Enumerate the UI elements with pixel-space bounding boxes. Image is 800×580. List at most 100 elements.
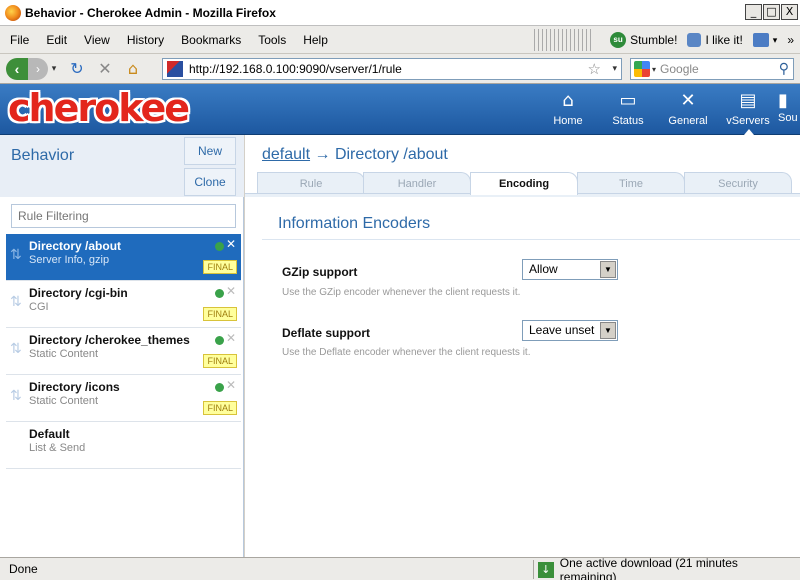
stumble-label: Stumble! <box>630 33 678 47</box>
breadcrumb-vserver-link[interactable]: default <box>262 146 310 163</box>
like-button[interactable]: I like it! <box>687 33 743 47</box>
gzip-help: Use the GZip encoder whenever the client… <box>282 287 521 298</box>
tools-icon: ✕ <box>680 90 696 111</box>
window-title: Behavior - Cherokee Admin - Mozilla Fire… <box>25 5 276 20</box>
final-badge[interactable]: FINAL <box>203 401 237 415</box>
tab-handler[interactable]: Handler <box>363 172 471 194</box>
forward-button[interactable]: › <box>28 57 48 80</box>
like-label: I like it! <box>705 33 743 47</box>
toolbar-grip[interactable] <box>534 29 595 51</box>
status-dot-icon[interactable] <box>215 289 224 298</box>
delete-icon[interactable]: ✕ <box>226 237 236 251</box>
search-input[interactable]: Google <box>660 62 699 76</box>
final-badge[interactable]: FINAL <box>203 260 237 274</box>
servers-icon: ▤ <box>739 90 757 111</box>
home-icon: ⌂ <box>562 90 574 111</box>
delete-icon[interactable]: ✕ <box>226 331 236 345</box>
final-badge[interactable]: FINAL <box>203 354 237 368</box>
google-icon[interactable] <box>634 61 650 77</box>
rule-filter-field[interactable] <box>11 204 236 228</box>
nav-general[interactable]: ✕ General <box>658 84 718 135</box>
dislike-button[interactable]: ▾ <box>752 33 777 47</box>
nav-status[interactable]: ▭ Status <box>598 84 658 135</box>
clone-rule-button[interactable]: Clone <box>184 168 236 196</box>
search-engine-dropdown-icon[interactable]: ▾ <box>652 65 656 74</box>
section-title: Information Encoders <box>278 215 431 232</box>
drag-handle-icon[interactable]: ⇅ <box>10 294 22 310</box>
behavior-panel-header: Behavior New Clone <box>0 135 244 197</box>
nav-sources[interactable]: ▮ Sou <box>778 84 800 135</box>
nav-home[interactable]: ⌂ Home <box>538 84 598 135</box>
new-rule-button[interactable]: New <box>184 137 236 165</box>
rule-item[interactable]: ⇅ Directory /cgi-bin CGI ✕ FINAL <box>6 281 241 328</box>
menu-file[interactable]: File <box>0 33 36 47</box>
breadcrumb: default → Directory /about <box>262 146 448 164</box>
drag-handle-icon[interactable]: ⇅ <box>10 341 22 357</box>
menu-history[interactable]: History <box>117 33 171 47</box>
rule-name: Default <box>29 427 70 441</box>
panel-title: Behavior <box>11 147 75 164</box>
rule-item[interactable]: ⇅ Directory /about Server Info, gzip ✕ F… <box>6 234 241 281</box>
tab-security[interactable]: Security <box>684 172 792 194</box>
history-dropdown-icon[interactable]: ▾ <box>48 63 60 74</box>
thumbs-up-icon <box>687 33 702 47</box>
menu-view[interactable]: View <box>74 33 117 47</box>
search-bar[interactable]: ▾ Google ⚲ <box>630 58 794 80</box>
status-dot-icon[interactable] <box>215 242 224 251</box>
menu-help[interactable]: Help <box>293 33 335 47</box>
download-status[interactable]: ↓ One active download (21 minutes remain… <box>533 556 795 580</box>
default-rule-item[interactable]: Default List & Send <box>6 422 241 469</box>
status-dot-icon[interactable] <box>215 383 224 392</box>
deflate-select[interactable]: Leave unset ▼ <box>522 320 618 341</box>
menu-tools[interactable]: Tools <box>248 33 293 47</box>
delete-icon[interactable]: ✕ <box>226 378 236 392</box>
toolbar-overflow[interactable]: » <box>787 33 794 47</box>
deflate-select-value: Leave unset <box>529 323 595 337</box>
home-icon[interactable]: ⌂ <box>122 58 144 80</box>
overflow-chevron-icon: » <box>787 33 794 47</box>
url-bar[interactable]: http://192.168.0.100:9090/vserver/1/rule… <box>162 58 622 80</box>
gzip-select[interactable]: Allow ▼ <box>522 259 618 280</box>
tab-encoding[interactable]: Encoding <box>470 172 578 195</box>
drag-handle-icon[interactable]: ⇅ <box>10 388 22 404</box>
stumble-button[interactable]: su Stumble! <box>610 32 677 48</box>
status-monitor-icon: ▭ <box>619 90 637 111</box>
chevron-down-icon[interactable]: ▼ <box>600 261 616 278</box>
window-titlebar: Behavior - Cherokee Admin - Mozilla Fire… <box>0 0 800 26</box>
rule-item[interactable]: ⇅ Directory /icons Static Content ✕ FINA… <box>6 375 241 422</box>
cherokee-nav: ⌂ Home ▭ Status ✕ General ▤ vServers ▮ S… <box>538 84 800 135</box>
minimize-button[interactable]: _ <box>745 4 762 20</box>
firefox-icon <box>5 4 21 21</box>
close-button[interactable]: X <box>781 4 798 20</box>
drag-handle-icon[interactable]: ⇅ <box>10 247 22 263</box>
tab-rule[interactable]: Rule <box>257 172 365 194</box>
thumbs-down-icon <box>752 33 769 47</box>
status-dot-icon[interactable] <box>215 336 224 345</box>
menu-edit[interactable]: Edit <box>36 33 74 47</box>
tab-time[interactable]: Time <box>577 172 685 194</box>
chevron-down-icon[interactable]: ▼ <box>600 322 616 339</box>
cherokee-logo[interactable]: cherokee <box>8 86 190 130</box>
back-button[interactable]: ‹ <box>6 57 28 80</box>
nav-vservers[interactable]: ▤ vServers <box>718 84 778 135</box>
rule-description: CGI <box>29 301 49 313</box>
rule-item[interactable]: ⇅ Directory /cherokee_themes Static Cont… <box>6 328 241 375</box>
rule-filter-input[interactable] <box>12 205 235 227</box>
url-dropdown-icon[interactable]: ▾ <box>612 63 617 74</box>
gzip-select-value: Allow <box>529 262 558 276</box>
delete-icon[interactable]: ✕ <box>226 284 236 298</box>
menu-bookmarks[interactable]: Bookmarks <box>171 33 248 47</box>
rule-description: List & Send <box>29 442 86 454</box>
rule-name: Directory /cherokee_themes <box>29 333 190 347</box>
nav-general-label: General <box>668 115 708 127</box>
url-text[interactable]: http://192.168.0.100:9090/vserver/1/rule <box>189 62 402 76</box>
bookmark-star-icon[interactable]: ☆ <box>588 60 601 78</box>
final-badge[interactable]: FINAL <box>203 307 237 321</box>
rule-name: Directory /about <box>29 239 122 253</box>
reload-icon[interactable]: ↻ <box>66 58 88 80</box>
maximize-button[interactable]: □ <box>763 4 780 20</box>
gzip-label: GZip support <box>282 265 358 279</box>
search-icon[interactable]: ⚲ <box>779 61 789 77</box>
stop-icon[interactable]: ✕ <box>94 58 116 80</box>
rule-list: ⇅ Directory /about Server Info, gzip ✕ F… <box>6 234 241 469</box>
